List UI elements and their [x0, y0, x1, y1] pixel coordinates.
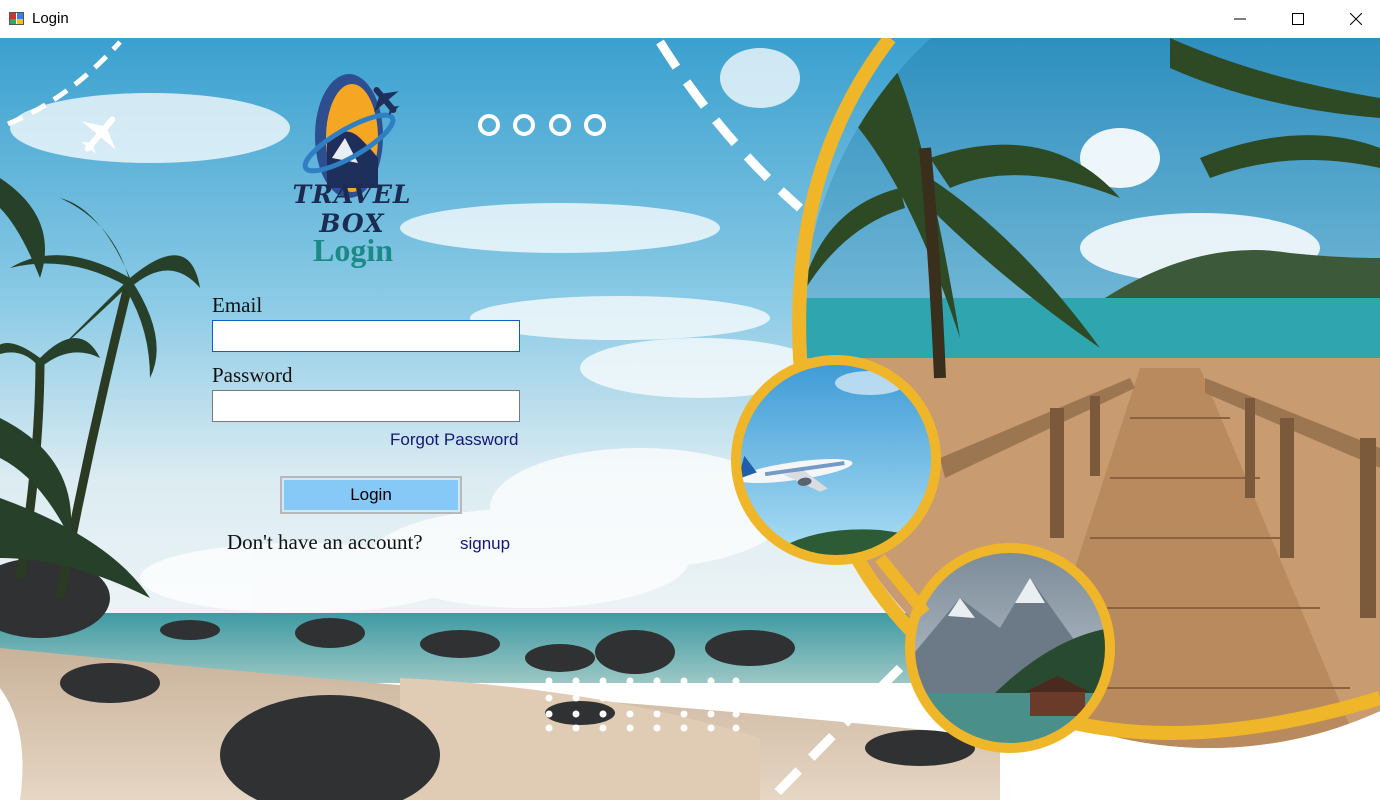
- window-title: Login: [32, 10, 69, 27]
- login-button[interactable]: Login: [280, 476, 462, 514]
- maximize-button[interactable]: [1269, 0, 1327, 38]
- beach-background-illustration: [0, 38, 1380, 800]
- logo-text: TRAVEL BOX: [292, 180, 412, 238]
- close-icon: [1350, 13, 1362, 25]
- minimize-icon: [1234, 18, 1246, 20]
- password-field[interactable]: [212, 390, 520, 422]
- close-button[interactable]: [1327, 0, 1380, 38]
- app-icon: [9, 12, 24, 25]
- title-bar: Login: [0, 0, 1380, 38]
- forgot-password-link[interactable]: Forgot Password: [390, 430, 519, 450]
- password-label: Password: [212, 363, 293, 387]
- page-title: Login: [312, 232, 394, 268]
- login-background-scene: TRAVEL BOX: [0, 38, 1380, 800]
- no-account-text: Don't have an account?: [227, 530, 423, 554]
- maximize-icon: [1292, 13, 1304, 25]
- signup-link[interactable]: signup: [460, 534, 510, 554]
- minimize-button[interactable]: [1211, 0, 1269, 38]
- email-label: Email: [212, 293, 263, 317]
- email-field[interactable]: [212, 320, 520, 352]
